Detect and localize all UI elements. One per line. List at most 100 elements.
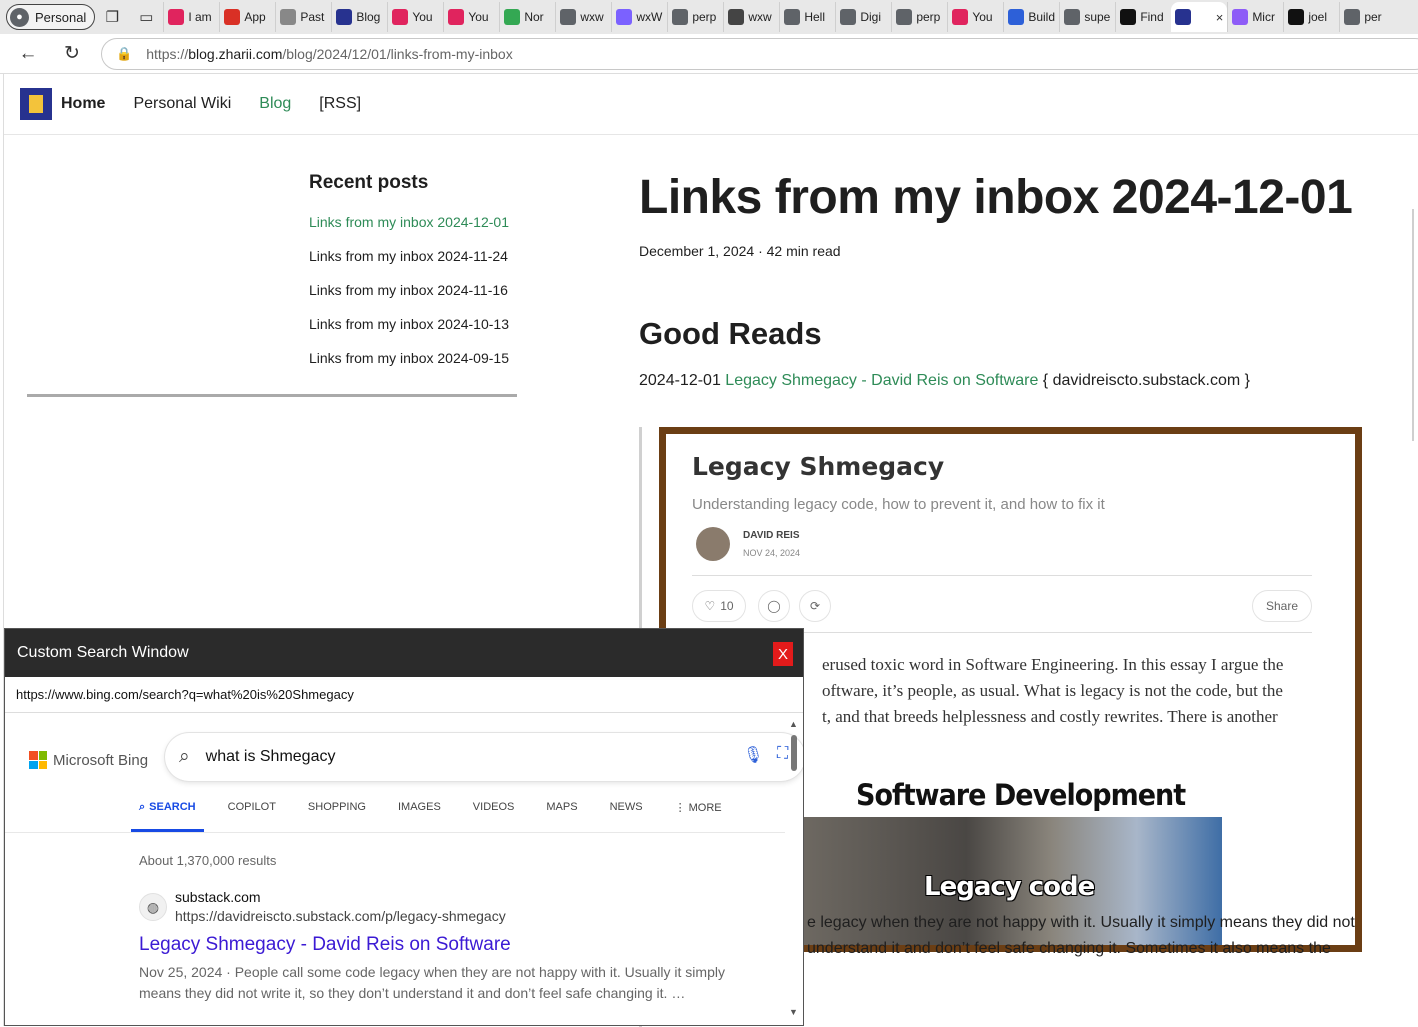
scroll-up-icon[interactable]: ▲ [789,719,798,729]
entry-link[interactable]: Legacy Shmegacy - David Reis on Software [725,372,1038,389]
tab-label: Digi [860,10,881,24]
visual-search-icon[interactable]: ⛶ [777,745,788,763]
tab-shopping[interactable]: SHOPPING [300,801,374,832]
document-icon [280,9,297,25]
back-button[interactable]: ← [6,34,50,74]
youtube-icon [392,9,409,25]
circle-icon [1008,9,1025,25]
browser-tab[interactable]: wxW [611,2,667,32]
tab-label: Nor [524,10,544,24]
close-button[interactable]: X [773,642,793,666]
restack-icon: ⟳ [799,590,831,622]
screenshot-subtitle: Understanding legacy code, how to preven… [692,496,1105,513]
browser-tab[interactable]: wxw [723,2,779,32]
read-entry: 2024-12-01 Legacy Shmegacy - David Reis … [639,372,1418,390]
microphone-icon[interactable]: 🎙 [743,745,763,765]
bing-logo[interactable]: Microsoft Bing [29,751,148,769]
home-label: Home [61,95,106,112]
close-tab-icon[interactable]: × [1216,10,1224,25]
search-window-title: Custom Search Window [17,644,189,661]
url-path: /blog/2024/12/01/links-from-my-inbox [282,46,513,62]
result-url[interactable]: https://davidreiscto.substack.com/p/lega… [175,908,506,924]
tab-label: supe [1084,10,1111,24]
tab-videos[interactable]: VIDEOS [465,801,523,832]
browser-tab[interactable]: perp [891,2,947,32]
recent-post-link[interactable]: Links from my inbox 2024-10-13 [309,316,609,332]
browser-tab[interactable]: You [387,2,443,32]
search-icon [672,9,689,25]
browser-tab[interactable]: per [1339,2,1395,32]
browser-tab[interactable]: Micr [1227,2,1283,32]
bing-search-box[interactable]: ⌕ what is Shmegacy 🎙 ⛶ [165,733,803,781]
url-field[interactable]: 🔒 https://blog.zharii.com/blog/2024/12/0… [101,38,1418,70]
browser-tab[interactable]: App [219,2,275,32]
youtube-icon [448,9,465,25]
divider [5,832,785,833]
browser-tab[interactable]: Digi [835,2,891,32]
workspaces-icon[interactable]: ❐ [95,2,129,32]
reload-button[interactable]: ↻ [50,34,94,74]
browser-tab[interactable]: Find [1115,2,1171,32]
entry-date: 2024-12-01 [639,371,721,389]
search-query[interactable]: what is Shmegacy [206,748,336,766]
recent-post-link[interactable]: Links from my inbox 2024-11-24 [309,248,609,264]
image-icon [616,9,633,25]
tab-maps[interactable]: MAPS [538,801,585,832]
personal-wiki-link[interactable]: Personal Wiki [133,95,231,113]
tab-copilot[interactable]: COPILOT [220,801,284,832]
browser-tab[interactable]: wxw [555,2,611,32]
horizontal-scrollbar[interactable] [27,394,517,397]
scroll-down-icon[interactable]: ▼ [789,1007,798,1017]
browser-tab[interactable]: Past [275,2,331,32]
profile-button[interactable]: ● Personal [6,4,96,30]
browser-tab[interactable]: You [947,2,1003,32]
browser-tab[interactable]: × [1171,2,1228,32]
browser-tab[interactable]: Build [1003,2,1059,32]
share-label: Share [1265,599,1299,613]
github-icon [1288,9,1305,25]
tab-search[interactable]: ⌕ SEARCH [131,801,204,832]
tab-label: perp [916,10,941,24]
result-count: About 1,370,000 results [139,853,277,868]
comment-icon: ◯ [758,590,790,622]
tab-label: wxw [748,10,772,24]
recent-post-link[interactable]: Links from my inbox 2024-11-16 [309,282,609,298]
recent-post-link[interactable]: Links from my inbox 2024-12-01 [309,214,609,230]
home-link[interactable]: Home [20,88,105,120]
results-scrollbar[interactable]: ▲ ▼ [788,719,802,1019]
blog-link[interactable]: Blog [259,95,291,113]
rss-link[interactable]: [RSS] [319,95,361,113]
tab-actions-icon[interactable]: ▭ [129,2,163,32]
browser-tab[interactable]: I am [163,2,219,32]
browser-tab[interactable]: Hell [779,2,835,32]
microsoft-logo-icon [29,751,47,769]
tab-more[interactable]: ⋮ MORE [667,801,730,832]
tab-news[interactable]: NEWS [602,801,651,832]
meme-top-caption: Software Development [856,778,1186,813]
search-tab-icon: ⌕ [139,801,146,813]
browser-tab[interactable]: supe [1059,2,1115,32]
tab-label: Hell [804,10,825,24]
result-title-link[interactable]: Legacy Shmegacy - David Reis on Software [139,934,511,956]
gmail-icon [224,9,241,25]
recent-post-link[interactable]: Links from my inbox 2024-09-15 [309,350,609,366]
body-line: e legacy when they are not happy with it… [807,914,1355,931]
browser-tab[interactable]: joel [1283,2,1339,32]
search-icon [1344,9,1361,25]
youtube-icon [952,9,969,25]
entry-source: { davidreiscto.substack.com } [1042,371,1251,389]
page-scrollbar[interactable] [1412,209,1414,441]
browser-tab[interactable]: You [443,2,499,32]
custom-search-window: Custom Search Window X https://www.bing.… [4,628,804,1026]
tab-label: App [244,10,266,24]
search-window-titlebar[interactable]: Custom Search Window [5,629,803,677]
url-host: blog.zharii.com [188,46,283,62]
tab-images[interactable]: IMAGES [390,801,449,832]
scroll-thumb[interactable] [791,735,797,771]
result-site: substack.com [175,889,261,905]
browser-tab[interactable]: perp [667,2,723,32]
tab-label: per [1364,10,1382,24]
browser-tab[interactable]: Blog [331,2,387,32]
browser-tab[interactable]: Nor [499,2,555,32]
grid-icon [728,9,745,25]
